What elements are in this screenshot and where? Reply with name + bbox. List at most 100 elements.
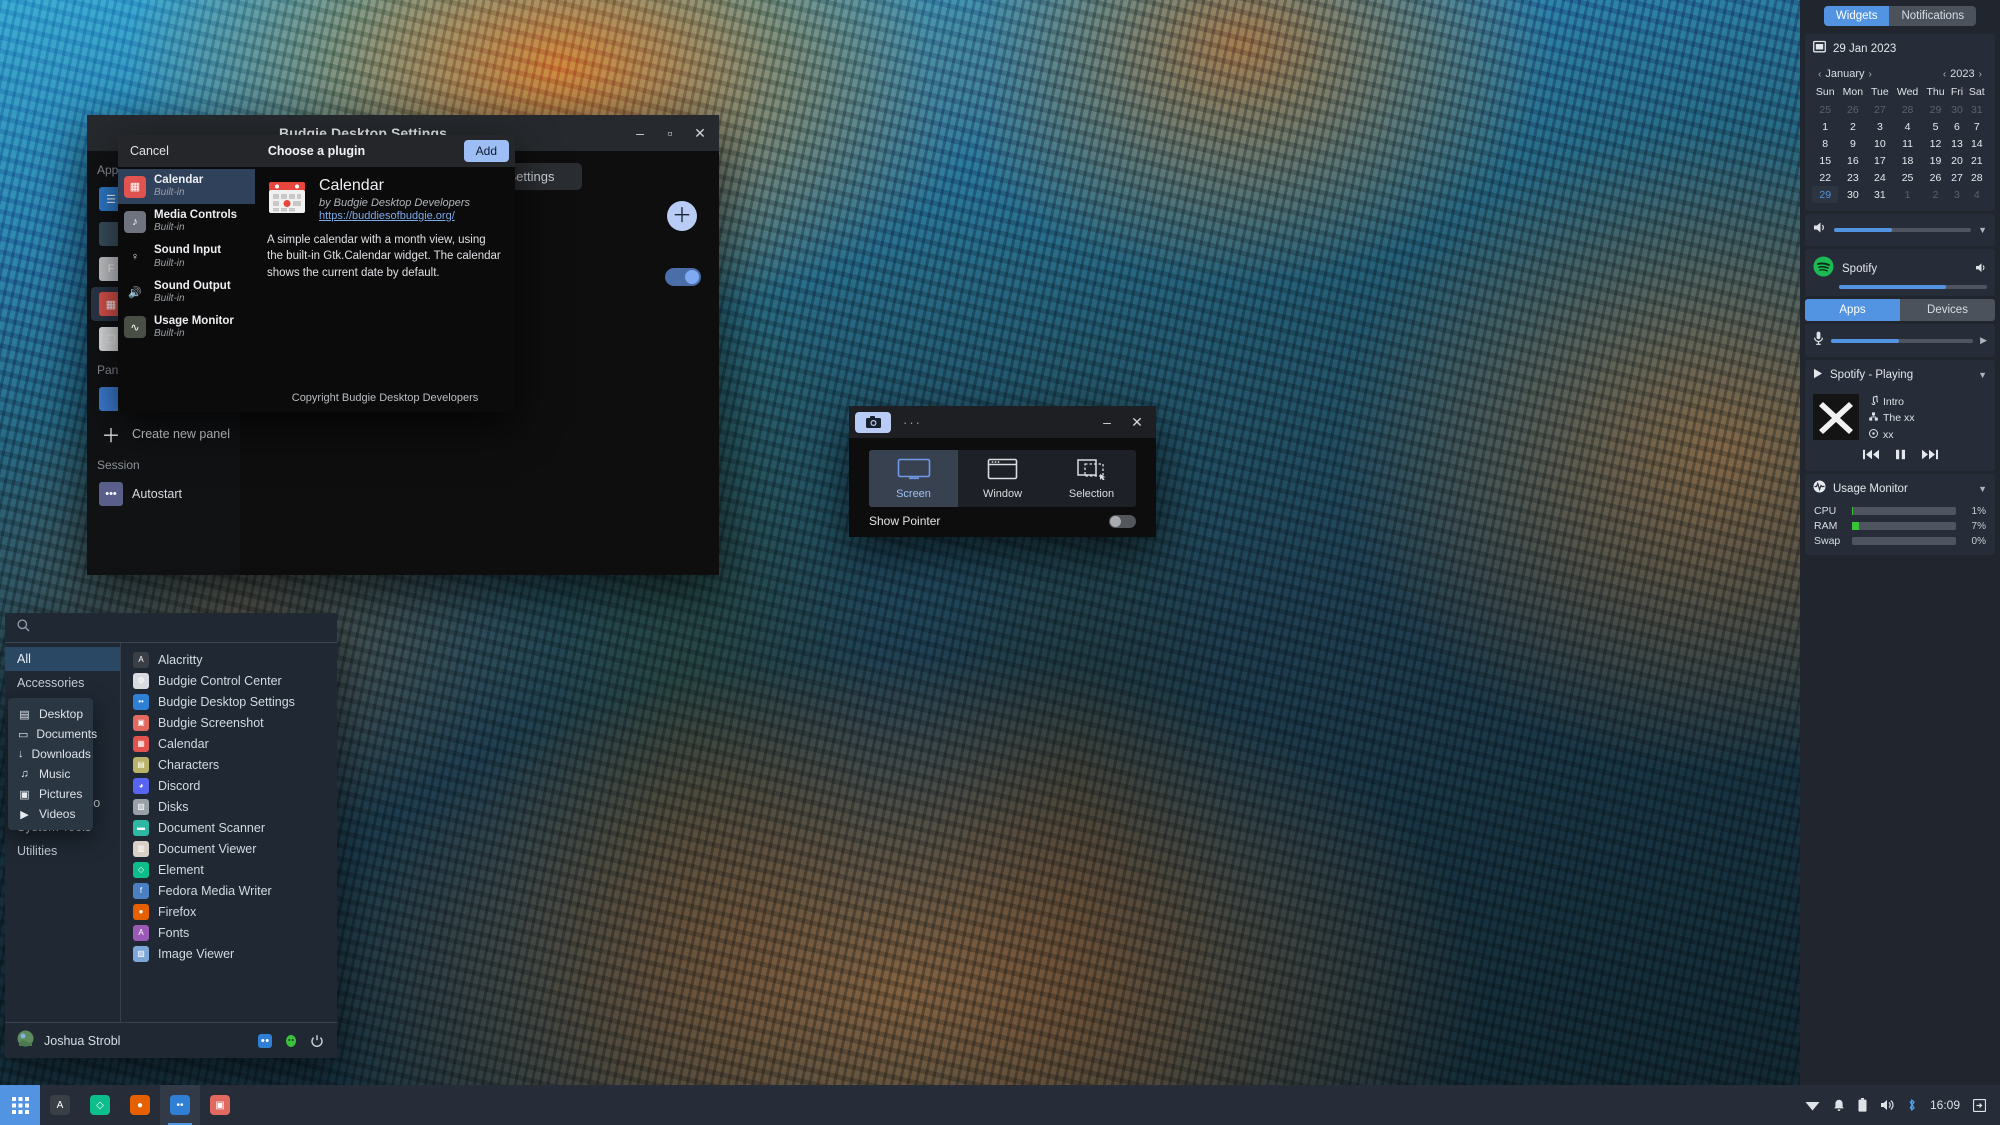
calendar-day[interactable]: 27 [1948,169,1965,186]
previous-track-button[interactable] [1862,449,1879,463]
add-button[interactable]: Add [463,140,509,162]
app-item-fonts[interactable]: A Fonts [125,922,337,943]
calendar-day[interactable]: 20 [1948,152,1965,169]
mode-window[interactable]: Window [958,450,1047,507]
widget-enable-toggle[interactable] [665,268,701,286]
calendar-day[interactable]: 4 [1966,186,1988,203]
prev-month-button[interactable]: ‹ [1814,69,1825,80]
budgie-icon[interactable] [283,1033,299,1049]
plugin-detail-url[interactable]: https://buddiesofbudgie.org/ [319,210,470,222]
calendar-day[interactable]: 24 [1867,169,1892,186]
pause-button[interactable] [1895,449,1906,463]
app-item-discord[interactable]: ◕ Discord [125,775,337,796]
calendar-day[interactable]: 10 [1867,135,1892,152]
next-year-button[interactable]: › [1975,69,1986,80]
app-item-firefox[interactable]: ● Firefox [125,901,337,922]
chevron-down-icon-output[interactable]: ▼ [1978,225,1987,235]
wifi-icon[interactable] [1805,1099,1820,1111]
next-month-button[interactable]: › [1864,69,1875,80]
calendar-day[interactable]: 29 [1923,101,1949,118]
usage-monitor-header[interactable]: Usage Monitor ▼ [1805,474,1995,504]
maximize-button[interactable]: ▫ [655,120,685,146]
calendar-day[interactable]: 3 [1948,186,1965,203]
calendar-day[interactable]: 21 [1966,152,1988,169]
app-item-disks[interactable]: ▧ Disks [125,796,337,817]
calendar-day[interactable]: 5 [1923,118,1949,135]
taskbar-app-firefox[interactable]: ● [120,1085,160,1125]
tab-notifications[interactable]: Notifications [1889,6,1976,26]
calendar-day[interactable]: 27 [1867,101,1892,118]
calendar-day[interactable]: 17 [1867,152,1892,169]
app-item-budgie-desktop-settings[interactable]: •• Budgie Desktop Settings [125,691,337,712]
calendar-day[interactable]: 29 [1812,186,1839,203]
clock[interactable]: 16:09 [1930,1098,1960,1112]
screenshot-minimize-button[interactable]: – [1092,409,1122,435]
calendar-day[interactable]: 1 [1812,118,1838,135]
plugin-item-media-controls[interactable]: ♪ Media Controls Built-in [118,204,255,239]
calendar-day[interactable]: 3 [1867,118,1892,135]
taskbar-app-element[interactable]: ◇ [80,1085,120,1125]
place-videos[interactable]: ▶ Videos [8,804,93,824]
calendar-day[interactable]: 30 [1838,186,1867,203]
category-accessories[interactable]: Accessories [5,671,120,695]
speaker-icon[interactable] [1813,221,1827,239]
plugin-item-usage-monitor[interactable]: ∿ Usage Monitor Built-in [118,310,255,345]
calendar-day[interactable]: 19 [1923,152,1949,169]
calendar-widget-header[interactable]: 29 Jan 2023 [1805,34,1995,64]
sidebar-item-autostart[interactable]: ••• Autostart [91,477,236,511]
calendar-day[interactable]: 28 [1966,169,1988,186]
taskbar-app-budgie-screenshot[interactable]: ▣ [200,1085,240,1125]
app-item-calendar[interactable]: ▦ Calendar [125,733,337,754]
app-item-budgie-screenshot[interactable]: ▣ Budgie Screenshot [125,712,337,733]
add-widget-button[interactable]: ＋ [667,201,697,231]
calendar-day[interactable]: 18 [1892,152,1922,169]
app-item-image-viewer[interactable]: ▨ Image Viewer [125,943,337,964]
show-pointer-toggle[interactable] [1109,514,1136,528]
calendar-day[interactable]: 30 [1948,101,1965,118]
calendar-day[interactable]: 15 [1812,152,1838,169]
calendar-day[interactable]: 2 [1838,118,1867,135]
calendar-day[interactable]: 12 [1923,135,1949,152]
calendar-day[interactable]: 11 [1892,135,1922,152]
calendar-day[interactable]: 31 [1966,101,1988,118]
app-item-characters[interactable]: ▤ Characters [125,754,337,775]
calendar-day[interactable]: 6 [1948,118,1965,135]
app-item-element[interactable]: ◇ Element [125,859,337,880]
calendar-day[interactable]: 16 [1838,152,1867,169]
calendar-day[interactable]: 1 [1892,186,1922,203]
mode-selection[interactable]: Selection [1047,450,1136,507]
close-button[interactable]: ✕ [685,120,715,146]
menu-dots-icon[interactable]: ··· [903,415,922,430]
calendar-day[interactable]: 28 [1892,101,1922,118]
calendar-day[interactable]: 8 [1812,135,1838,152]
sidebar-item-create-new-panel[interactable]: ＋ Create new panel [91,417,236,451]
category-utilities[interactable]: Utilities [5,839,120,863]
chevron-down-icon-media[interactable]: ▼ [1978,370,1987,380]
place-documents[interactable]: ▭ Documents [8,724,97,744]
volume-icon[interactable] [1880,1099,1894,1111]
calendar-day[interactable]: 13 [1948,135,1965,152]
chevron-down-icon-usage[interactable]: ▼ [1978,484,1987,494]
calendar-day[interactable]: 4 [1892,118,1922,135]
battery-icon[interactable] [1858,1098,1867,1112]
master-volume-slider[interactable] [1834,228,1972,232]
app-item-budgie-control-center[interactable]: ⚙ Budgie Control Center [125,670,337,691]
app-item-fedora-media-writer[interactable]: f Fedora Media Writer [125,880,337,901]
chevron-right-icon-input[interactable]: ▶ [1980,335,1987,346]
app-item-alacritty[interactable]: A Alacritty [125,649,337,670]
prev-year-button[interactable]: ‹ [1939,69,1950,80]
cancel-button[interactable]: Cancel [130,144,169,158]
raven-toggle-icon[interactable] [1973,1098,1986,1112]
next-track-button[interactable] [1921,449,1938,463]
tab-apps[interactable]: Apps [1805,299,1900,321]
tab-widgets-raven[interactable]: Widgets [1823,6,1890,26]
spotify-volume-slider[interactable] [1839,285,1987,289]
mode-screen[interactable]: Screen [869,450,958,507]
category-all[interactable]: All [5,647,120,671]
calendar-day[interactable]: 26 [1838,101,1867,118]
taskbar-app-budgie-desktop-settings[interactable]: •• [160,1085,200,1125]
calendar-day[interactable]: 9 [1838,135,1867,152]
avatar[interactable] [17,1030,34,1052]
taskbar-app-alacritty[interactable]: A [40,1085,80,1125]
calendar-day[interactable]: 23 [1838,169,1867,186]
